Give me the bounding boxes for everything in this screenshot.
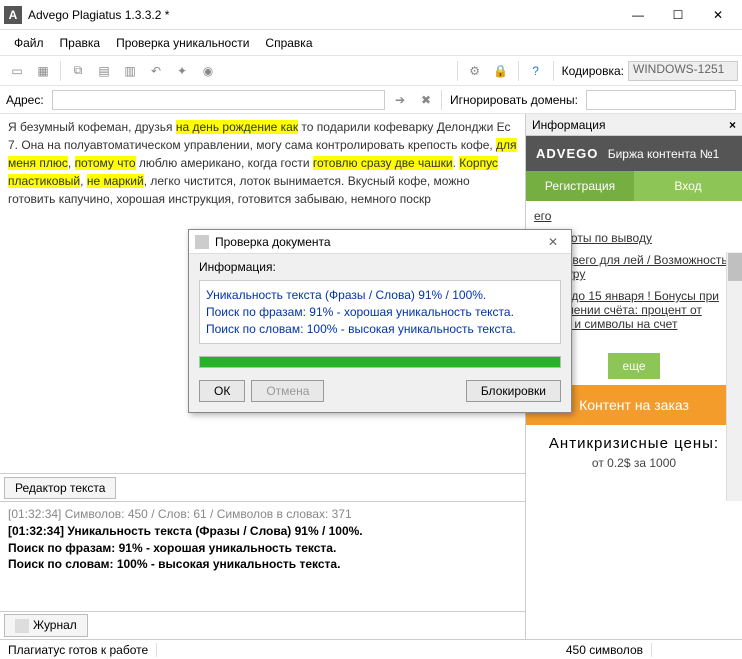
prices-title: Антикризисные цены:: [536, 435, 732, 452]
menu-help[interactable]: Справка: [257, 32, 320, 54]
toolbar-tool-icon[interactable]: ✦: [171, 60, 193, 82]
statusbar: Плагиатус готов к работе 450 символов: [0, 639, 742, 659]
toolbar-new-icon[interactable]: ▭: [6, 60, 28, 82]
address-input[interactable]: [52, 90, 385, 110]
dialog-close-icon[interactable]: ✕: [541, 235, 565, 249]
toolbar-lock-icon[interactable]: 🔒: [490, 60, 512, 82]
prices-block: Антикризисные цены: от 0.2$ за 1000: [526, 425, 742, 480]
side-scrollbar[interactable]: [726, 252, 742, 501]
encoding-label: Кодировка:: [562, 64, 624, 78]
tab-journal[interactable]: Журнал: [4, 614, 88, 637]
scrollbar-thumb[interactable]: [728, 253, 742, 281]
brand-subtitle: Биржа контента №1: [608, 147, 720, 161]
menu-edit[interactable]: Правка: [52, 32, 109, 54]
dialog-titlebar[interactable]: Проверка документа ✕: [189, 230, 571, 254]
cancel-button: Отмена: [251, 380, 324, 402]
separator: [457, 61, 458, 81]
check-dialog: Проверка документа ✕ Информация: Уникаль…: [188, 229, 572, 413]
menu-file[interactable]: Файл: [6, 32, 52, 54]
log-output: [01:32:34] Символов: 450 / Слов: 61 / Си…: [0, 501, 525, 611]
toolbar-html-icon[interactable]: ▦: [32, 60, 54, 82]
register-button[interactable]: Регистрация: [526, 171, 634, 201]
address-label: Адрес:: [6, 93, 44, 107]
toolbar-cut-icon[interactable]: ▥: [119, 60, 141, 82]
minimize-button[interactable]: —: [618, 1, 658, 29]
stop-icon[interactable]: ✖: [415, 89, 437, 111]
log-tabs: Журнал: [0, 611, 525, 639]
dialog-label: Информация:: [189, 254, 571, 280]
block-button[interactable]: Блокировки: [466, 380, 561, 402]
side-close-icon[interactable]: ×: [729, 118, 736, 132]
ignore-domains-input[interactable]: [586, 90, 736, 110]
side-brand: ADVEGO Биржа контента №1: [526, 136, 742, 171]
close-button[interactable]: ✕: [698, 1, 738, 29]
tab-editor[interactable]: Редактор текста: [4, 477, 116, 499]
brand-name: ADVEGO: [536, 146, 598, 161]
editor-tabs: Редактор текста: [0, 473, 525, 501]
progress-bar: [199, 356, 561, 368]
ignore-domains-label: Игнорировать домены:: [450, 93, 578, 107]
toolbar-copy-icon[interactable]: ⧉: [67, 60, 89, 82]
toolbar-paste-icon[interactable]: ▤: [93, 60, 115, 82]
titlebar: A Advego Plagiatus 1.3.3.2 * — ☐ ✕: [0, 0, 742, 30]
dialog-body: Уникальность текста (Фразы / Слова) 91% …: [199, 280, 561, 344]
side-auth: Регистрация Вход: [526, 171, 742, 201]
maximize-button[interactable]: ☐: [658, 1, 698, 29]
separator: [553, 61, 554, 81]
side-header-title: Информация: [532, 118, 605, 132]
more-button[interactable]: еще: [608, 353, 659, 379]
dialog-title: Проверка документа: [215, 235, 331, 249]
status-ready: Плагиатус готов к работе: [0, 643, 157, 657]
dialog-icon: [195, 235, 209, 249]
encoding-select[interactable]: WINDOWS-1251: [628, 61, 738, 81]
ok-button[interactable]: ОК: [199, 380, 245, 402]
go-icon[interactable]: ➔: [389, 89, 411, 111]
dialog-buttons: ОК Отмена Блокировки: [189, 374, 571, 412]
separator: [518, 61, 519, 81]
menubar: Файл Правка Проверка уникальности Справк…: [0, 30, 742, 56]
addressbar: Адрес: ➔ ✖ Игнорировать домены:: [0, 86, 742, 114]
login-button[interactable]: Вход: [634, 171, 742, 201]
toolbar-undo-icon[interactable]: ↶: [145, 60, 167, 82]
toolbar-help-icon[interactable]: ?: [525, 60, 547, 82]
menu-check[interactable]: Проверка уникальности: [108, 32, 257, 54]
separator: [60, 61, 61, 81]
toolbar-globe-icon[interactable]: ◉: [197, 60, 219, 82]
window-title: Advego Plagiatus 1.3.3.2 *: [28, 8, 618, 22]
tab-journal-label: Журнал: [33, 618, 77, 632]
journal-icon: [15, 619, 29, 633]
status-chars: 450 символов: [558, 643, 652, 657]
separator: [441, 90, 442, 110]
progress-fill: [200, 357, 560, 367]
toolbar: ▭ ▦ ⧉ ▤ ▥ ↶ ✦ ◉ ⚙ 🔒 ? Кодировка: WINDOWS…: [0, 56, 742, 86]
app-icon: A: [4, 6, 22, 24]
news-item[interactable]: его: [534, 209, 734, 223]
prices-line: от 0.2$ за 1000: [536, 456, 732, 470]
side-header: Информация ×: [526, 114, 742, 136]
toolbar-settings-icon[interactable]: ⚙: [464, 60, 486, 82]
